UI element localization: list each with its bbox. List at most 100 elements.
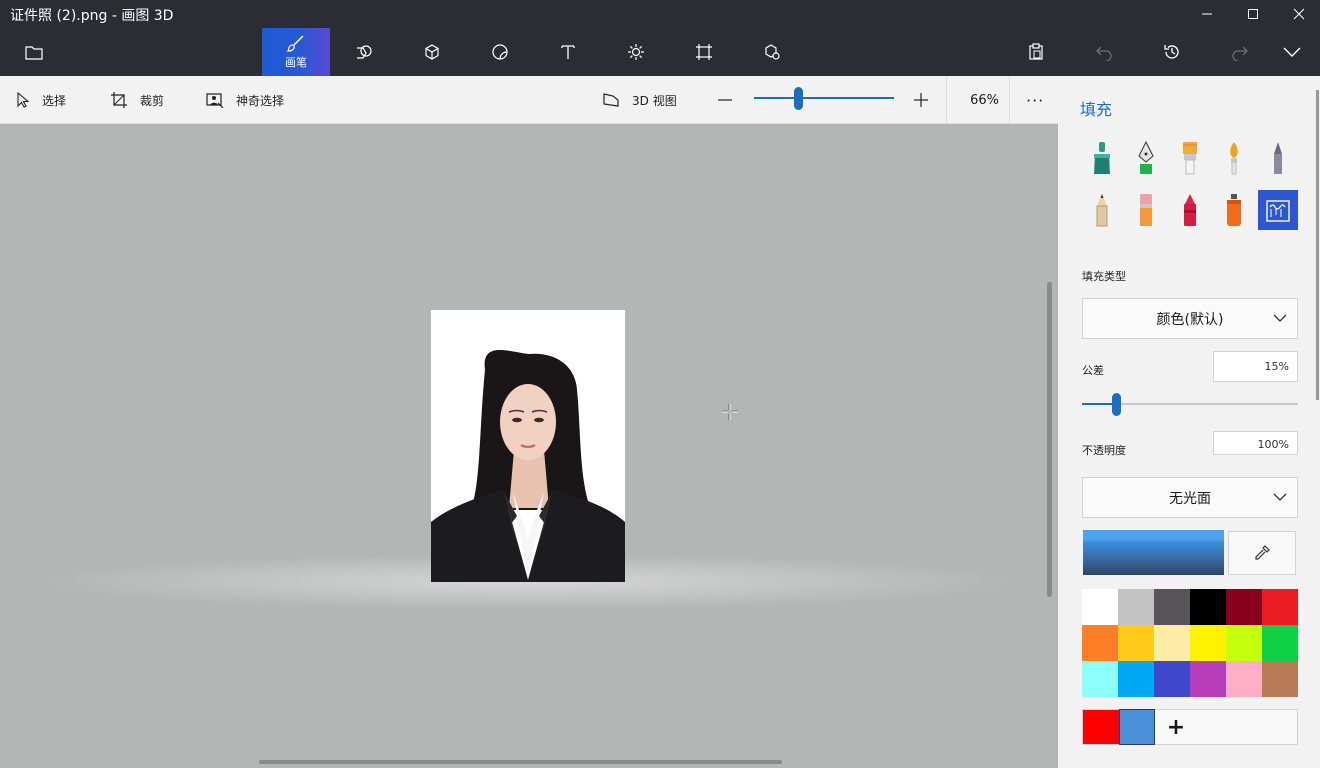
close-button[interactable] [1276,0,1320,28]
recent-color-swatch[interactable] [1083,710,1119,744]
portrait-illustration [431,349,625,582]
fill-type-label: 填充类型 [1082,270,1126,283]
more-options-label: ··· [1026,90,1045,110]
history-button[interactable] [1138,28,1206,76]
zoom-in-button[interactable] [912,76,942,124]
tolerance-input[interactable]: 15% [1213,351,1298,382]
marker-brush-button[interactable] [1082,138,1122,178]
current-color-swatch[interactable] [1083,530,1224,575]
eraser-brush-button[interactable] [1126,190,1166,230]
eraser-icon [1140,194,1152,226]
paste-button[interactable] [1002,28,1070,76]
canvas-vertical-scrollbar[interactable] [1047,282,1052,597]
text-tool-button[interactable] [534,28,602,76]
material-value: 无光面 [1169,490,1211,507]
palette-swatch[interactable] [1226,589,1262,625]
palette-swatch[interactable] [1082,625,1118,661]
zoom-out-button[interactable] [716,76,746,124]
canvas-tool-button[interactable] [670,28,738,76]
menu-button[interactable] [0,28,68,76]
fill-type-dropdown[interactable]: 颜色(默认) [1082,298,1298,339]
zoom-value[interactable]: 66% [946,76,1010,124]
effects-tool-button[interactable] [602,28,670,76]
magic-select-icon [206,93,224,108]
3d-shapes-icon [425,44,439,60]
main-toolbar: 画笔 [0,28,1320,76]
crop-button[interactable]: 裁剪 [110,76,164,124]
zoom-slider-track[interactable] [754,97,894,99]
canvas-horizontal-scrollbar[interactable] [259,760,782,764]
more-options-button[interactable]: ··· [1026,76,1044,124]
brushes-tool-button[interactable]: 画笔 [262,28,330,76]
folder-icon [25,46,43,60]
zoom-slider-thumb[interactable] [794,87,803,110]
calligraphy-pen-button[interactable] [1126,138,1166,178]
palette-swatch[interactable] [1190,589,1226,625]
minimize-icon [1202,13,1212,15]
undo-button[interactable] [1070,28,1138,76]
id-photo-image[interactable] [431,310,625,582]
palette-swatch[interactable] [1118,625,1154,661]
palette-swatch[interactable] [1262,589,1298,625]
2d-shapes-tool-button[interactable] [330,28,398,76]
palette-swatch[interactable] [1118,589,1154,625]
color-palette [1082,589,1298,697]
opacity-value: 100% [1257,438,1289,451]
select-label: 选择 [42,93,67,108]
spray-can-button[interactable] [1214,190,1254,230]
pencil-icon [1096,194,1108,227]
palette-swatch[interactable] [1262,625,1298,661]
expand-toolbar-button[interactable] [1264,28,1320,76]
sub-toolbar: 选择 裁剪 神奇选择 3D 视图 ··· [0,76,1058,124]
chevron-down-icon [1273,493,1287,501]
crayon-brush-button[interactable] [1170,190,1210,230]
palette-swatch[interactable] [1154,661,1190,697]
pixel-pen-icon [1274,142,1282,174]
brush-icon [286,35,304,52]
3d-view-button[interactable]: 3D 视图 [602,76,677,124]
eyedropper-button[interactable] [1228,531,1296,575]
history-icon [1164,45,1179,59]
select-button[interactable]: 选择 [16,76,66,124]
2d-shapes-icon [357,45,372,59]
palette-swatch[interactable] [1154,625,1190,661]
tolerance-slider-thumb[interactable] [1112,393,1121,416]
redo-icon [1232,46,1248,61]
crop-label: 裁剪 [140,93,165,108]
pixel-pen-button[interactable] [1258,138,1298,178]
tolerance-value: 15% [1264,360,1289,373]
palette-swatch[interactable] [1082,589,1118,625]
palette-swatch[interactable] [1190,661,1226,697]
title-bar: 证件照 (2).png - 画图 3D [0,0,1320,28]
maximize-icon [1248,9,1258,19]
palette-swatch[interactable] [1262,661,1298,697]
chevron-down-icon [1273,314,1287,322]
minimize-button[interactable] [1184,0,1230,28]
opacity-input[interactable]: 100% [1213,431,1298,455]
palette-swatch[interactable] [1226,661,1262,697]
magic-select-label: 神奇选择 [236,93,285,108]
palette-swatch[interactable] [1154,589,1190,625]
3d-view-icon [603,93,619,107]
crosshair-cursor-icon [722,404,738,420]
3d-shapes-tool-button[interactable] [398,28,466,76]
watercolor-icon [1230,142,1238,175]
canvas-icon [696,44,712,60]
add-color-button[interactable]: + [1161,712,1191,742]
stickers-tool-button[interactable] [466,28,534,76]
recent-color-swatch[interactable] [1119,709,1155,745]
watercolor-brush-button[interactable] [1214,138,1254,178]
palette-swatch[interactable] [1226,625,1262,661]
magic-select-button[interactable]: 神奇选择 [206,76,284,124]
material-dropdown[interactable]: 无光面 [1082,477,1298,518]
palette-swatch[interactable] [1118,661,1154,697]
palette-swatch[interactable] [1082,661,1118,697]
maximize-button[interactable] [1230,0,1276,28]
3d-library-tool-button[interactable] [738,28,806,76]
palette-swatch[interactable] [1190,625,1226,661]
fill-brush-button[interactable] [1258,190,1298,230]
crayon-icon [1184,194,1196,226]
pencil-brush-button[interactable] [1082,190,1122,230]
panel-scrollbar[interactable] [1316,90,1319,400]
oil-brush-button[interactable] [1170,138,1210,178]
